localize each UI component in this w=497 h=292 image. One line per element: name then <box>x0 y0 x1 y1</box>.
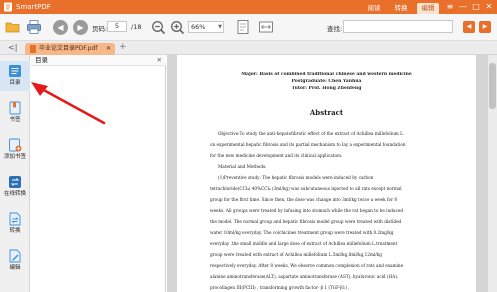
left-sidebar: 目录 书签 添加书签 在线转换 转换 编辑 <box>0 55 30 292</box>
bookmark-icon <box>9 101 21 115</box>
abstract-line: on experimental hepatic fibrosis and its… <box>210 142 406 147</box>
sidebar-item-toc[interactable]: 目录 <box>0 61 30 91</box>
close-panel-icon[interactable]: ✕ <box>157 56 162 65</box>
page-label: 页码: <box>92 25 108 33</box>
minimize-button[interactable]: — <box>457 1 469 13</box>
document-page: Major: Basis of combined traditional chi… <box>177 55 476 292</box>
menu-icon[interactable]: ≡ <box>444 1 456 13</box>
print-icon[interactable] <box>26 19 42 35</box>
thesis-postgraduate: Postgraduate: Chen Yanhua <box>291 79 362 84</box>
fit-page-icon[interactable] <box>235 19 251 35</box>
previous-page-button[interactable]: ◀ <box>53 20 68 35</box>
mode-tab-convert[interactable]: 转换 <box>390 3 412 14</box>
abstract-line: Objective:To study the anti-hepatofibrot… <box>218 131 405 136</box>
abstract-line: group were treated with extract of Achil… <box>210 252 382 257</box>
abstract-line: group for the first time. Since then, th… <box>210 197 398 202</box>
abstract-line: procollagen III(PCIII) , transforming gr… <box>210 285 350 290</box>
vertical-scrollbar[interactable] <box>488 55 497 292</box>
search-label: 查找: <box>327 25 343 33</box>
online-convert-icon <box>9 176 21 188</box>
sidebar-item-online-convert[interactable]: 在线转换 <box>0 172 30 202</box>
abstract-line: (1)Preventive study: The hepatic fibrosi… <box>218 175 374 180</box>
sidebar-item-bookmark[interactable]: 书签 <box>0 98 30 128</box>
outline-panel-header: 目录 ✕ <box>31 55 166 66</box>
abstract-line: tetrachloride(CCl₄) 40%CCl₄ (3ml/kg) was… <box>210 186 402 191</box>
search-previous-button[interactable]: ◀ <box>463 21 475 33</box>
smartpdf-window: SmartPDF 阅读 转换 编辑 ≡ — □ ✕ ◀ ▶ 页码: 5 /18 <box>0 0 497 292</box>
close-tab-icon[interactable]: ✕ <box>106 45 111 53</box>
sidebar-item-label: 书签 <box>9 117 21 123</box>
abstract-heading: Abstract <box>309 108 344 117</box>
mode-tab-read[interactable]: 阅读 <box>363 3 385 14</box>
close-button[interactable]: ✕ <box>483 1 495 13</box>
document-tab-label: 毕业论文目录PDF.pdf <box>39 45 98 52</box>
sidebar-item-label: 目录 <box>9 80 21 86</box>
page-number-input[interactable]: 5 <box>107 21 127 32</box>
abstract-line: everyday ,the small middle and large dos… <box>210 241 398 246</box>
collapse-sidebar-button[interactable]: <| <box>8 43 17 53</box>
outline-panel: 目录 ✕ <box>31 55 166 292</box>
sidebar-item-add-bookmark[interactable]: 添加书签 <box>0 135 30 165</box>
sidebar-item-convert[interactable]: 转换 <box>0 209 30 239</box>
abstract-line: Material and Methods: <box>218 164 267 169</box>
zoom-in-icon[interactable] <box>170 20 185 35</box>
chevron-down-icon: ▼ <box>218 24 222 30</box>
sidebar-item-label: 在线转换 <box>3 191 26 197</box>
title-bar: SmartPDF 阅读 转换 编辑 ≡ — □ ✕ <box>0 0 497 14</box>
zoom-out-icon[interactable] <box>151 20 166 35</box>
convert-icon <box>9 212 21 226</box>
abstract-line: for the new medicine development and its… <box>210 153 343 158</box>
document-tab[interactable]: 毕业论文目录PDF.pdf ✕ <box>25 43 115 55</box>
toc-icon <box>9 65 21 77</box>
app-logo-icon <box>4 2 12 12</box>
outline-panel-title: 目录 <box>35 56 48 64</box>
pdf-file-icon <box>30 45 36 53</box>
sidebar-item-label: 添加书签 <box>3 154 26 160</box>
maximize-button[interactable]: □ <box>470 1 482 13</box>
zoom-level-value: 66% <box>191 23 206 31</box>
document-tab-bar: <| 毕业论文目录PDF.pdf ✕ + <box>0 41 497 55</box>
abstract-line: respectively everyday. After 8 weeks, We… <box>210 263 404 268</box>
abstract-line: weeks. All groups were treated by infusi… <box>210 208 404 213</box>
zoom-level-select[interactable]: 66% ▼ <box>188 21 224 33</box>
sidebar-item-label: 编辑 <box>9 265 21 271</box>
search-next-button[interactable]: ▶ <box>479 21 491 33</box>
add-bookmark-icon <box>9 138 22 152</box>
search-input[interactable] <box>343 20 453 33</box>
add-tab-button[interactable]: + <box>119 42 127 53</box>
page-total: /18 <box>131 23 142 31</box>
sidebar-item-label: 转换 <box>9 228 21 234</box>
open-file-icon[interactable] <box>5 19 21 35</box>
thesis-major: Major: Basis of combined traditional chi… <box>241 72 412 77</box>
next-page-button[interactable]: ▶ <box>73 20 88 35</box>
scrollbar-thumb[interactable] <box>489 63 496 109</box>
abstract-line: alanine aminotransferase(ALT), aspartate… <box>210 274 399 279</box>
edit-icon <box>9 249 21 263</box>
abstract-line: the model. The normal group and hepatic … <box>210 219 402 224</box>
sidebar-item-edit[interactable]: 编辑 <box>0 246 30 276</box>
mode-tab-edit[interactable]: 编辑 <box>417 3 439 14</box>
abstract-line: water 10ml/kg everyday. The colchicines … <box>210 230 394 235</box>
thesis-tutor: Tutor: Prof. Hong Zhenfeng <box>291 86 362 91</box>
fit-width-icon[interactable] <box>258 19 274 35</box>
toolbar: ◀ ▶ 页码: 5 /18 66% ▼ 查找: ◀ ▶ <box>0 14 497 41</box>
app-title: SmartPDF <box>16 3 51 11</box>
document-viewport[interactable]: Major: Basis of combined traditional chi… <box>167 55 497 292</box>
